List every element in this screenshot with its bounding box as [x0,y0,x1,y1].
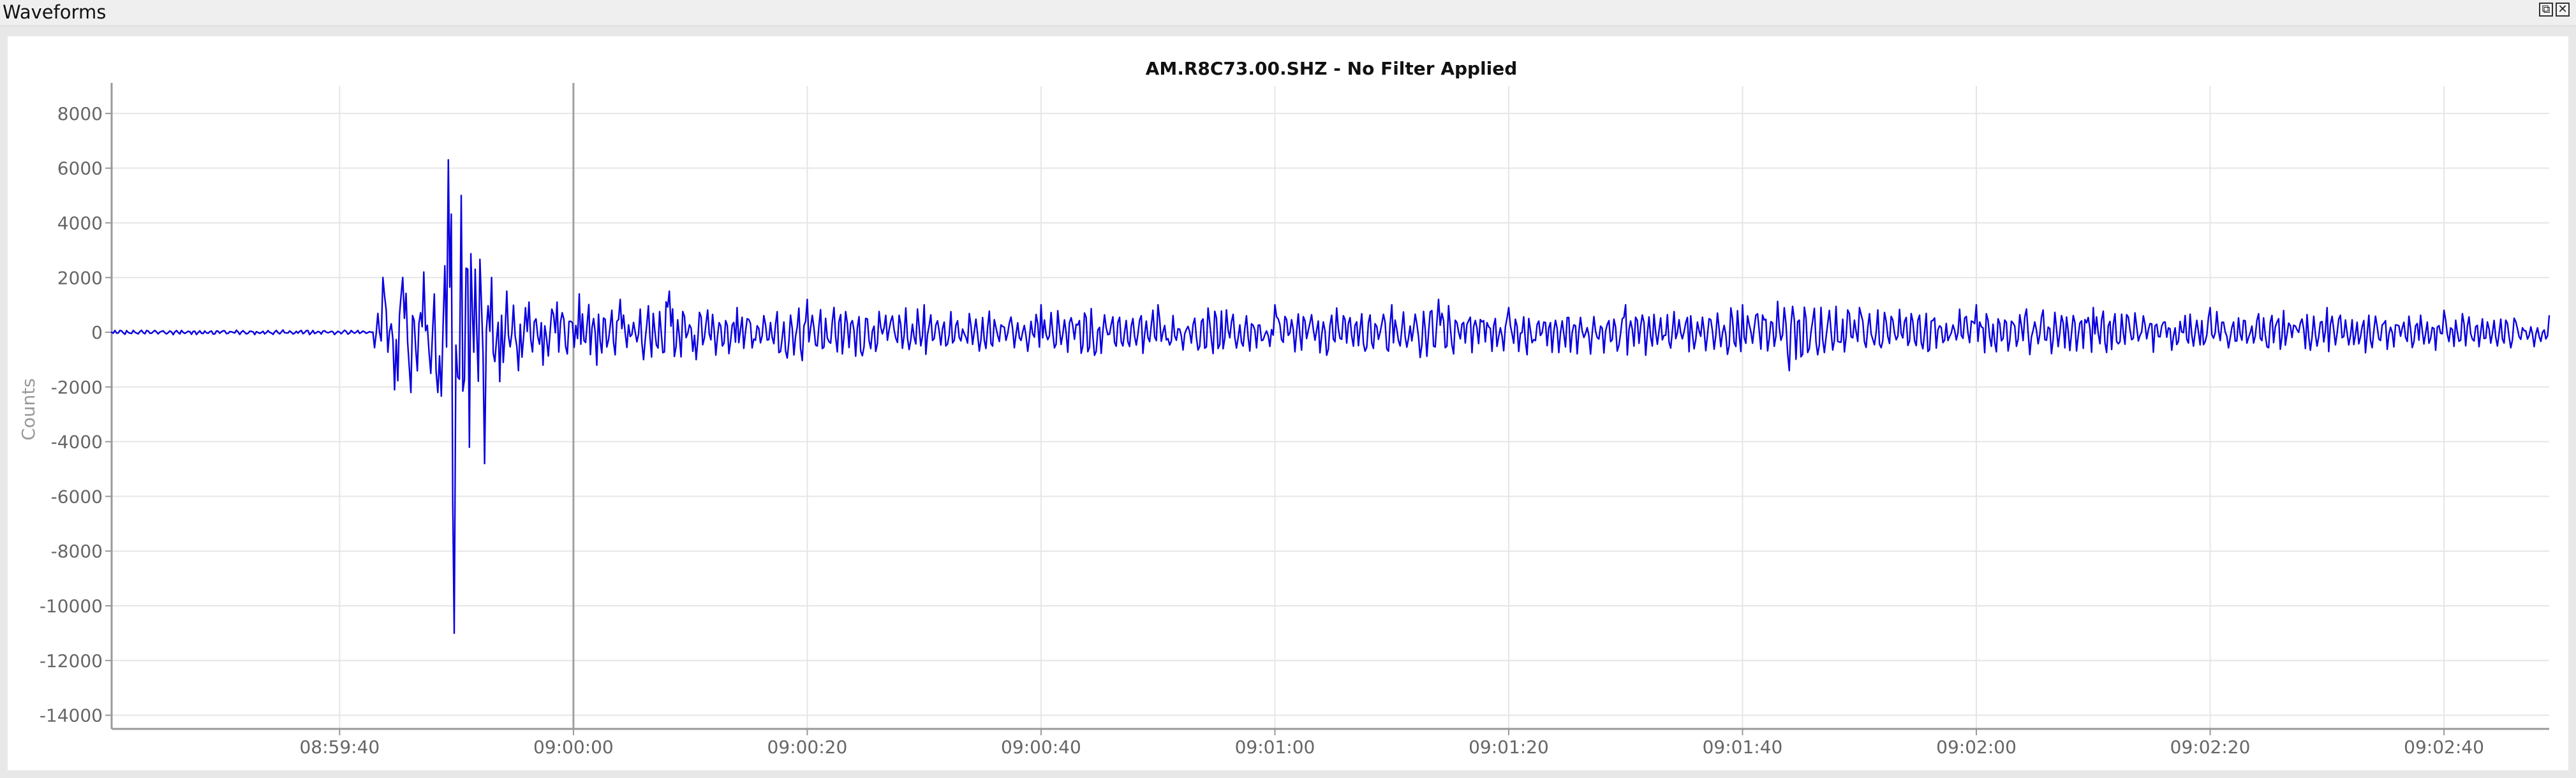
y-tick-label: -4000 [51,432,103,453]
waveform-point [1975,304,1978,306]
y-tick-label: -8000 [51,541,103,562]
waveform-point [437,392,439,393]
waveform-point [474,268,477,270]
x-tick-label: 09:02:00 [1936,737,2017,758]
grid-layer [112,86,2549,729]
y-tick-label: -2000 [51,377,103,398]
waveform-point [2443,309,2445,311]
waveform-point [1788,369,1791,372]
waveform-point [2548,315,2550,317]
x-tick-label: 09:02:20 [2170,737,2251,758]
waveform-point [423,271,425,273]
waveform-point [453,632,455,635]
window-titlebar: Waveforms ⧉ ✕ [0,0,2576,26]
waveform-point [460,194,463,196]
waveform-point [491,277,492,279]
waveform-point [484,462,485,465]
y-tick-label: 8000 [57,103,103,124]
y-tick-label: -12000 [40,650,103,672]
waveform-point [1625,304,1627,306]
waveform-point [596,364,598,366]
waveform-point [736,307,738,309]
waveform-point [402,277,404,279]
waveform-plot-panel[interactable]: 8000 6000 4000 2000 0 -2000 -4000 -6000 -8000 -10… [8,36,2568,770]
waveform-point [668,290,670,292]
waveforms-window: Waveforms ⧉ ✕ 8000 6000 4000 2000 0 -2000 -400… [0,0,2576,778]
waveform-point [1274,304,1276,306]
y-tick-label: 2000 [57,267,103,288]
x-tick-label: 09:00:00 [533,737,614,758]
waveform-point [1507,307,1510,309]
waveform-point [923,304,925,306]
waveform-point [1742,304,1743,306]
waveform-point [619,298,621,300]
label-layer: AM.R8C73.00.SHZ - No Filter Applied Coun… [18,58,1517,441]
x-tick-label: 09:00:20 [767,737,848,758]
waveform-point [642,358,645,361]
y-tick-label: -10000 [40,596,103,617]
y-axis-label: Counts [18,378,39,441]
x-tick-label: 09:01:00 [1235,737,1315,758]
waveform-point [556,301,558,304]
waveform-chart[interactable]: 8000 6000 4000 2000 0 -2000 -4000 -6000 -8000 -10… [8,36,2568,770]
y-tick-label: -6000 [51,486,103,507]
waveform-point [2326,307,2328,309]
axis-layer: 8000 6000 4000 2000 0 -2000 -4000 -6000 -8000 -10… [40,83,2549,758]
chart-title: AM.R8C73.00.SHZ - No Filter Applied [1146,58,1518,79]
waveform-point [447,159,449,161]
float-window-icon[interactable]: ⧉ [2539,3,2553,17]
waveform-point [1157,304,1159,306]
y-tick-label: 4000 [57,212,103,233]
y-tick-label: -14000 [40,705,103,726]
waveform-point [578,293,581,295]
waveform-point [506,290,508,292]
y-tick-label: 0 [91,322,103,343]
waveform-point [394,388,396,391]
waveform-point [695,358,697,361]
waveform-point [806,298,808,300]
x-tick-label: 08:59:40 [299,737,380,758]
waveform-point [381,277,384,279]
waveform-point [468,446,470,448]
waveform-point [528,301,530,304]
waveform-point [517,369,519,372]
waveform-point [542,364,544,366]
waveform-point [1040,304,1042,306]
waveform-point [1858,307,1860,309]
waveform-point [2092,307,2094,309]
waveform-point [499,381,501,383]
close-window-icon[interactable]: ✕ [2556,3,2570,17]
x-tick-label: 09:01:40 [1703,737,1783,758]
window-title: Waveforms [3,1,107,23]
x-tick-label: 09:00:40 [1001,737,1081,758]
waveform-trace [111,159,2550,635]
waveform-point [1391,304,1393,306]
x-tick-label: 09:01:20 [1469,737,1549,758]
waveform-point [110,331,113,334]
waveform-point [1437,298,1440,300]
waveform-point [2209,307,2211,309]
y-tick-label: 6000 [57,158,103,179]
x-tick-label: 09:02:40 [2404,737,2484,758]
waveform-point [410,392,412,393]
waveform-point [370,331,373,334]
trace-layer [110,159,2550,635]
